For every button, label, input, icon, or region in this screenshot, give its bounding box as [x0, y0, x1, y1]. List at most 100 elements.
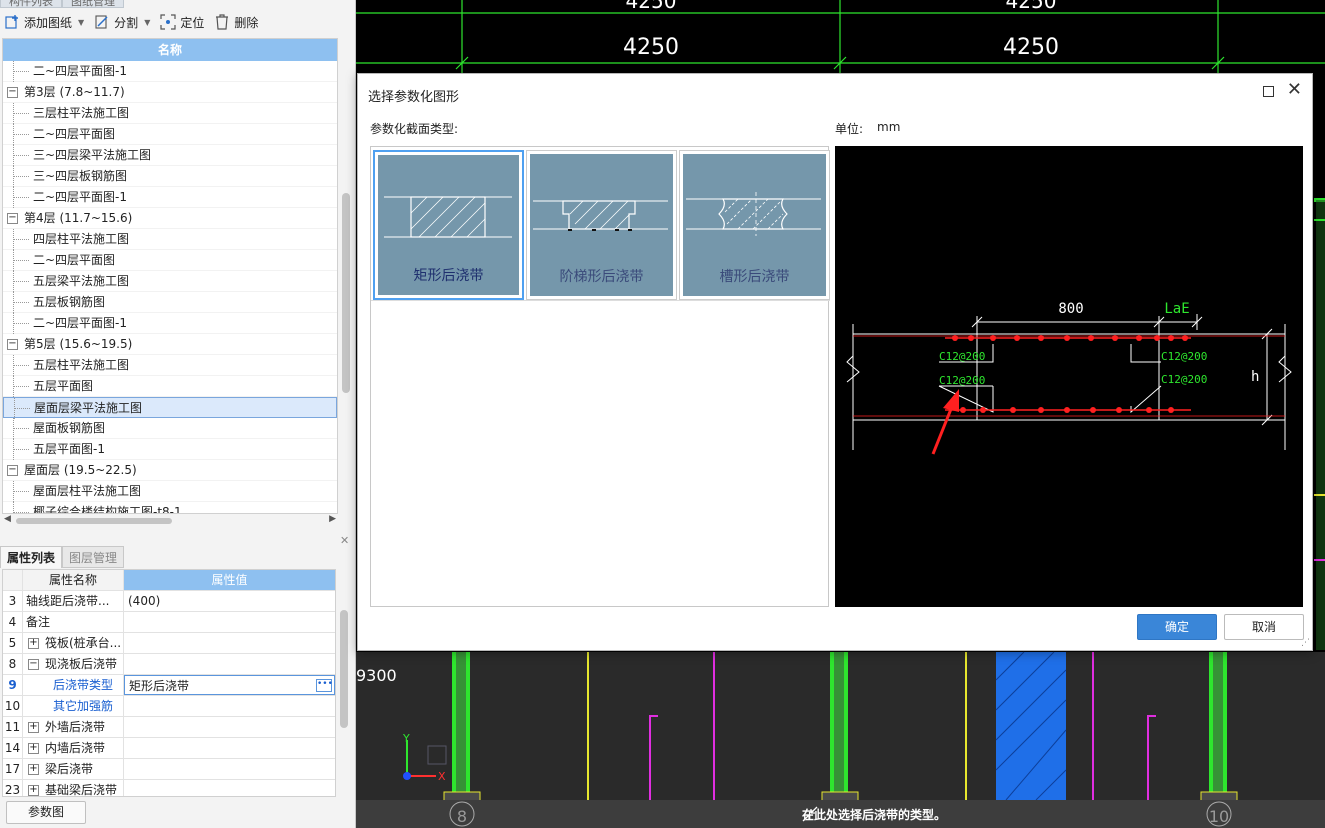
property-row[interactable]: 17 + 梁后浇带 — [3, 759, 335, 780]
tab-component-list[interactable]: 构件列表 — [0, 0, 62, 8]
property-value-cell[interactable] — [124, 759, 335, 779]
tab-drawing-manage[interactable]: 图纸管理 — [62, 0, 124, 8]
property-row[interactable]: 14 + 内墙后浇带 — [3, 738, 335, 759]
rebar-label-bottom-right: C12@200 — [1161, 373, 1207, 386]
property-name: 梁后浇带 — [45, 762, 94, 776]
property-row[interactable]: 3 轴线距后浇带... (400) — [3, 591, 335, 612]
tree-group[interactable]: − 屋面层 (19.5~22.5) — [3, 460, 337, 481]
close-icon[interactable]: ✕ — [1287, 80, 1302, 100]
property-name-cell: + 筏板(桩承台... — [23, 633, 124, 653]
axis-10-marker: 10 — [1206, 801, 1232, 827]
rebar-dot — [1168, 407, 1174, 413]
tree-item[interactable]: 二~四层平面图-1 — [3, 61, 337, 82]
expand-toggle-icon[interactable]: + — [28, 743, 39, 754]
tab-property-list[interactable]: 属性列表 — [0, 546, 63, 568]
property-scrollbar[interactable] — [340, 610, 348, 728]
collapse-arrows-icon — [802, 806, 818, 822]
collapse-toggle-icon[interactable]: − — [7, 213, 18, 224]
rebar-dot — [968, 335, 974, 341]
axis-10-label: 10 — [1209, 807, 1229, 826]
tree-item[interactable]: 五层柱平法施工图 — [3, 355, 337, 376]
property-value-cell[interactable] — [124, 717, 335, 737]
tree-item[interactable]: 五层平面图 — [3, 376, 337, 397]
parameter-diagram-button[interactable]: 参数图 — [6, 801, 86, 824]
rebar-dot — [1136, 335, 1142, 341]
property-value-cell[interactable] — [124, 738, 335, 758]
property-value-cell[interactable] — [124, 654, 335, 674]
property-row[interactable]: 11 + 外墙后浇带 — [3, 717, 335, 738]
tree-group[interactable]: − 第4层 (11.7~15.6) — [3, 208, 337, 229]
shape-card-grooved[interactable]: 槽形后浇带 — [679, 150, 830, 300]
property-value-cell[interactable] — [124, 633, 335, 653]
collapse-toggle-icon[interactable]: − — [7, 339, 18, 350]
tree-item[interactable]: 二~四层平面图-1 — [3, 187, 337, 208]
split-button[interactable]: 分割 ▼ — [94, 14, 150, 31]
shape-card-rectangular[interactable]: 矩形后浇带 — [373, 150, 524, 300]
more-options-icon[interactable]: ••• — [316, 679, 333, 692]
expand-toggle-icon[interactable]: + — [28, 638, 39, 649]
tree-item[interactable]: 四层柱平法施工图 — [3, 229, 337, 250]
tree-item[interactable]: 椰子综合楼结构施工图-t8-1 — [3, 502, 337, 513]
property-value-cell[interactable] — [124, 696, 335, 716]
locate-button[interactable]: 定位 — [160, 14, 204, 31]
property-value-cell[interactable] — [124, 780, 335, 796]
scroll-left-icon[interactable]: ◀ — [4, 514, 11, 524]
confirm-button[interactable]: 确定 — [1137, 614, 1217, 640]
property-value: 矩形后浇带 — [129, 679, 190, 693]
property-row[interactable]: 23 + 基础梁后浇带 — [3, 780, 335, 796]
row-number: 10 — [3, 696, 23, 716]
property-value-cell[interactable]: 矩形后浇带 ••• — [124, 675, 335, 695]
collapse-toggle-icon[interactable]: − — [7, 465, 18, 476]
rebar-dot — [1038, 407, 1044, 413]
expand-toggle-icon[interactable]: + — [28, 785, 39, 796]
tree-vertical-scrollbar[interactable] — [340, 38, 352, 514]
tree-item[interactable]: 五层梁平法施工图 — [3, 271, 337, 292]
property-value-cell[interactable]: (400) — [124, 591, 335, 611]
tree-group[interactable]: − 第5层 (15.6~19.5) — [3, 334, 337, 355]
property-value-cell[interactable] — [124, 612, 335, 632]
tree-item[interactable]: 屋面板钢筋图 — [3, 418, 337, 439]
tree-item[interactable]: 二~四层平面图 — [3, 124, 337, 145]
tab-layer-manage[interactable]: 图层管理 — [62, 546, 125, 568]
tree-item[interactable]: 五层平面图-1 — [3, 439, 337, 460]
scroll-right-icon[interactable]: ▶ — [329, 514, 336, 524]
tree-horizontal-scrollbar[interactable]: ◀ ▶ — [2, 514, 338, 528]
dialog-title: 选择参数化图形 — [368, 90, 460, 105]
shape-card-stepped[interactable]: 阶梯形后浇带 — [526, 150, 677, 300]
split-icon — [95, 15, 108, 29]
rebar-dot — [960, 407, 966, 413]
row-number: 9 — [3, 675, 23, 695]
tree-item[interactable]: 三~四层梁平法施工图 — [3, 145, 337, 166]
tree-item[interactable]: 五层板钢筋图 — [3, 292, 337, 313]
scrollbar-thumb[interactable] — [16, 518, 172, 524]
scrollbar-thumb[interactable] — [342, 193, 350, 393]
tree-item[interactable]: 屋面层柱平法施工图 — [3, 481, 337, 502]
tree-group[interactable]: − 第3层 (7.8~11.7) — [3, 82, 337, 103]
tree-item[interactable]: 二~四层平面图 — [3, 250, 337, 271]
property-row[interactable]: 10 其它加强筋 — [3, 696, 335, 717]
property-row[interactable]: 8− 现浇板后浇带 — [3, 654, 335, 675]
collapse-toggle-icon[interactable]: − — [7, 87, 18, 98]
close-icon[interactable]: ✕ — [340, 534, 349, 547]
tree-item[interactable]: 屋面层梁平法施工图 — [3, 397, 337, 419]
drawing-tree: 名称 二~四层平面图-1− 第3层 (7.8~11.7) 三层柱平法施工图 二~四层平… — [2, 38, 338, 514]
property-name: 现浇板后浇带 — [45, 657, 118, 671]
delete-button[interactable]: 删除 — [214, 14, 258, 31]
tree-item-label: 屋面层梁平法施工图 — [34, 401, 143, 415]
chevron-down-icon[interactable]: ▼ — [78, 18, 84, 27]
expand-toggle-icon[interactable]: + — [28, 722, 39, 733]
maximize-icon[interactable] — [1263, 86, 1274, 97]
cancel-button[interactable]: 取消 — [1224, 614, 1304, 640]
tree-item[interactable]: 三层柱平法施工图 — [3, 103, 337, 124]
add-drawing-button[interactable]: 添加图纸 ▼ — [4, 14, 84, 31]
chevron-down-icon[interactable]: ▼ — [144, 18, 150, 27]
property-row[interactable]: 5 + 筏板(桩承台... — [3, 633, 335, 654]
expand-toggle-icon[interactable]: + — [28, 764, 39, 775]
tree-item[interactable]: 三~四层板钢筋图 — [3, 166, 337, 187]
resize-grip-icon[interactable]: ⋰ — [1301, 638, 1310, 648]
property-row[interactable]: 9 后浇带类型 矩形后浇带 ••• — [3, 675, 335, 696]
expand-toggle-icon[interactable]: − — [28, 659, 39, 670]
property-row[interactable]: 4 备注 — [3, 612, 335, 633]
tree-item[interactable]: 二~四层平面图-1 — [3, 313, 337, 334]
property-name-cell: 后浇带类型 — [23, 675, 124, 695]
